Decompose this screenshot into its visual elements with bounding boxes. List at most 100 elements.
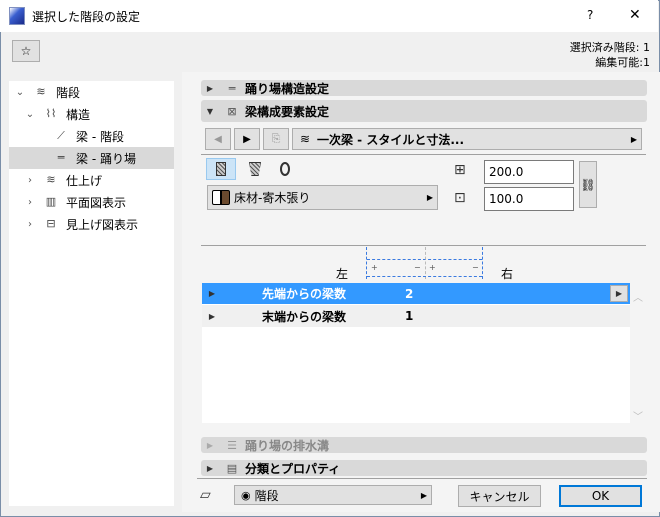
tapered-hatch-icon (249, 162, 261, 176)
shape-rectangle-button[interactable] (206, 158, 236, 180)
divider (201, 245, 646, 246)
layer-dropdown[interactable]: ◉ 階段 ▶ (234, 485, 432, 505)
stringer-flight-icon: ⟋ (57, 129, 65, 142)
expand-right-icon: ▶ (208, 289, 216, 298)
plus-sign: + (429, 263, 436, 272)
section-title: 踊り場の排水溝 (245, 438, 330, 453)
minus-sign: − (414, 263, 421, 272)
tree-item-stair[interactable]: ⌄ ≋ 階段 (9, 81, 174, 103)
layer-label: 階段 (254, 488, 279, 503)
arrow-right-icon: ▶ (243, 133, 251, 145)
stair-icon: ≋ (36, 85, 46, 98)
dropdown-arrow-icon: ▶ (420, 490, 427, 500)
row-value[interactable]: 1 (405, 309, 413, 323)
style-dropdown[interactable]: ≋ 一次梁 - スタイルと寸法... ▶ (292, 128, 642, 150)
ok-button[interactable]: OK (559, 485, 642, 507)
row-label: 末端からの梁数 (262, 309, 347, 324)
chevron-right-icon[interactable]: › (24, 175, 36, 186)
height-input[interactable]: 100.0 (484, 187, 574, 211)
eye-icon: ◉ (241, 488, 251, 502)
transfer-button[interactable]: ⎘ (263, 128, 289, 150)
row-label: 先端からの梁数 (262, 287, 347, 301)
tree-item-ceiling-plan[interactable]: › ⊟ 見上げ図表示 (9, 213, 174, 235)
width-icon: ⊞ (454, 162, 466, 178)
document-icon: ▤ (226, 461, 238, 475)
help-button[interactable]: ? (587, 8, 593, 22)
plus-sign: + (371, 263, 378, 272)
next-button[interactable]: ▶ (234, 128, 260, 150)
previous-button[interactable]: ◀ (205, 128, 231, 150)
section-classification[interactable]: ▶ ▤ 分類とプロパティ (201, 460, 647, 476)
style-dropdown-label: 一次梁 - スタイルと寸法... (317, 132, 465, 147)
close-button[interactable]: ✕ (629, 7, 641, 23)
section-landing-drainage: ▶ ☰ 踊り場の排水溝 (201, 437, 647, 453)
chevron-right-icon[interactable]: › (24, 219, 36, 230)
tree-label: 梁 - 踊り場 (76, 151, 136, 166)
height-icon: ⊡ (454, 190, 466, 206)
shape-round-button[interactable] (270, 158, 300, 180)
export-icon: ⎘ (271, 132, 281, 145)
tree-label: 平面図表示 (66, 195, 127, 210)
dropdown-arrow-icon: ▶ (426, 193, 433, 202)
tree-item-structure[interactable]: ⌄ ⌇⌇ 構造 (9, 103, 174, 125)
arrow-left-icon: ◀ (214, 133, 222, 145)
expand-right-icon: ▶ (206, 440, 214, 450)
row-value[interactable]: 2 (405, 287, 413, 301)
tree-label: 梁 - 階段 (76, 129, 124, 144)
chevron-down-icon[interactable]: ⌄ (14, 87, 26, 98)
dropdown-arrow-icon: ▶ (630, 134, 637, 144)
section-landing-structure[interactable]: ▶ ═ 踊り場構造設定 (201, 80, 647, 96)
section-title: 分類とプロパティ (245, 461, 341, 476)
tree-label: 構造 (66, 107, 91, 122)
stringer-table (202, 283, 630, 423)
table-row[interactable]: ▶ 末端からの梁数 1 (202, 305, 630, 327)
landing-icon: ═ (228, 81, 236, 95)
rectangle-hatch-icon (216, 162, 226, 176)
minus-sign: − (472, 263, 479, 272)
favorites-star-icon: ☆ (20, 44, 32, 58)
tree-label: 仕上げ (66, 173, 103, 188)
section-title: 梁構成要素設定 (245, 104, 330, 119)
favorites-button[interactable]: ☆ (12, 40, 40, 62)
link-dimensions-button[interactable]: ⛓ (579, 161, 597, 208)
stringer-style-icon: ≋ (299, 132, 311, 146)
structure-icon: ⌇⌇ (45, 107, 57, 120)
tree-item-stringer-landing[interactable]: ═ 梁 - 踊り場 (9, 147, 174, 169)
row-menu-button[interactable]: ▶ (610, 285, 628, 302)
tree-item-floor-plan[interactable]: › ▥ 平面図表示 (9, 191, 174, 213)
selected-count: 選択済み階段: 1 (569, 41, 650, 54)
width-input[interactable]: 200.0 (484, 160, 574, 184)
right-label: 右 (501, 267, 514, 281)
expand-right-icon: ▶ (206, 83, 214, 93)
drainage-icon: ☰ (227, 438, 237, 452)
finish-icon: ≋ (46, 173, 56, 186)
shape-tapered-button[interactable] (240, 158, 270, 180)
material-swatch-icon (212, 190, 221, 205)
title-bar: 選択した階段の設定 ? ✕ (0, 0, 658, 32)
material-dropdown[interactable]: 床材-寄木張り ▶ (207, 185, 438, 210)
component-settings-icon: ⊠ (227, 104, 237, 118)
section-stringer-component[interactable]: ▼ ⊠ 梁構成要素設定 (201, 100, 647, 122)
cancel-button[interactable]: キャンセル (458, 485, 541, 507)
expand-right-icon: ▶ (206, 463, 214, 473)
expand-right-icon: ▶ (208, 311, 216, 321)
chevron-down-icon[interactable]: ⌄ (24, 109, 36, 120)
scroll-up-icon[interactable]: ︿ (633, 289, 643, 304)
table-row[interactable]: ▶ 先端からの梁数 2 ▶ (202, 283, 630, 304)
chevron-right-icon[interactable]: › (24, 197, 36, 208)
section-title: 踊り場構造設定 (245, 81, 330, 96)
expand-down-icon: ▼ (206, 106, 214, 116)
ceiling-plan-icon: ⊟ (46, 217, 56, 230)
app-logo-icon (9, 7, 25, 25)
tree-label: 見上げ図表示 (66, 217, 139, 232)
stringer-offset-diagram: + − + − (366, 247, 483, 279)
floor-plan-icon: ▥ (45, 195, 57, 208)
tree-item-stringer-flight[interactable]: ⟋ 梁 - 階段 (9, 125, 174, 147)
settings-tree: ⌄ ≋ 階段 ⌄ ⌇⌇ 構造 ⟋ 梁 - 階段 ═ 梁 - 踊り場 › ≋ 仕上げ › ▥ 平面図表… (9, 81, 174, 506)
stringer-landing-icon: ═ (57, 151, 65, 164)
ring-icon (280, 162, 290, 176)
left-label: 左 (336, 267, 349, 281)
window-title: 選択した階段の設定 (32, 10, 141, 24)
tree-item-finish[interactable]: › ≋ 仕上げ (9, 169, 174, 191)
scroll-down-icon[interactable]: ﹀ (633, 408, 643, 423)
